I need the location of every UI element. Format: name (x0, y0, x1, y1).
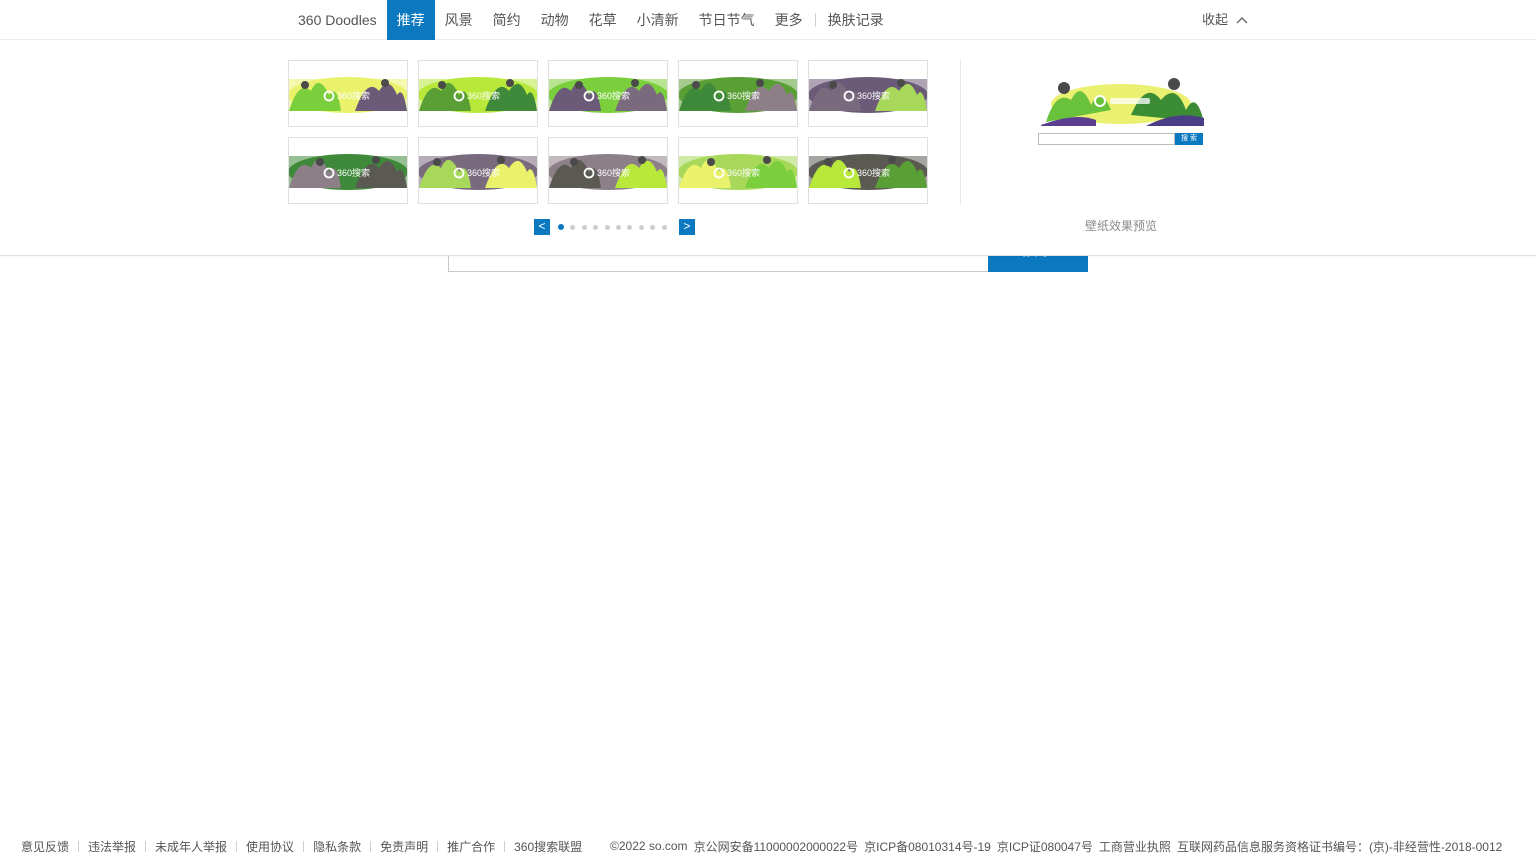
footer-separator (303, 840, 305, 852)
skin-panel: 360 Doodles 推荐 风景 简约 动物 花草 小清新 节日节气 更多 换肤记录 收起 36… (0, 0, 1536, 256)
thumbnail-doodle-image: 360搜索 (679, 77, 797, 113)
tab-separator (814, 13, 816, 27)
page-dot[interactable] (581, 224, 587, 230)
collapse-label: 收起 (1202, 12, 1229, 27)
icp-record-link[interactable]: 京ICP备08010314号-19 (864, 838, 991, 855)
page-dot[interactable] (650, 224, 656, 230)
skin-thumbnail[interactable]: 360搜索 (548, 137, 668, 204)
footer-link[interactable]: 使用协议 (246, 838, 294, 855)
footer-link[interactable]: 360搜索联盟 (514, 838, 582, 855)
tab-2[interactable]: 风景 (435, 0, 483, 40)
footer-separator (504, 840, 506, 852)
footer-separator (145, 840, 147, 852)
footer-info: ©2022 so.com 京公网安备11000002000022号 京ICP备0… (610, 838, 1508, 855)
svg-text:360搜索: 360搜索 (857, 167, 890, 178)
footer-links: 意见反馈 违法举报 未成年人举报 使用协议 隐私条款 免责声明 推广合作 360搜索联盟 (21, 838, 582, 855)
footer-separator (78, 840, 80, 852)
thumbnail-doodle-image: 360搜索 (809, 154, 927, 190)
svg-text:360搜索: 360搜索 (727, 90, 760, 101)
skin-tabs: 360 Doodles 推荐 风景 简约 动物 花草 小清新 节日节气 更多 换肤记录 (288, 0, 894, 40)
svg-text:360搜索: 360搜索 (597, 167, 630, 178)
footer-link[interactable]: 推广合作 (447, 838, 495, 855)
skin-thumbnail[interactable]: 360搜索 (288, 137, 408, 204)
page-dots (558, 224, 673, 230)
page-dot[interactable] (570, 224, 576, 230)
footer-separator (437, 840, 439, 852)
skin-thumbnail[interactable]: 360搜索 (678, 137, 798, 204)
tab-1[interactable]: 推荐 (386, 0, 435, 40)
skin-thumbnail[interactable]: 360搜索 (288, 60, 408, 127)
icp-license-link[interactable]: 京ICP证080047号 (997, 838, 1093, 855)
footer-link[interactable]: 隐私条款 (313, 838, 361, 855)
skin-thumbnail[interactable]: 360搜索 (418, 60, 538, 127)
skin-pager: < > (534, 219, 695, 235)
svg-text:360搜索: 360搜索 (467, 90, 500, 101)
tab-4[interactable]: 动物 (531, 0, 579, 40)
tab-8[interactable]: 更多 (765, 0, 813, 40)
svg-text:360搜索: 360搜索 (857, 90, 890, 101)
preview-search-button: 搜 索 (1175, 133, 1203, 145)
collapse-button[interactable]: 收起 (1202, 0, 1248, 40)
preview-doodle-image (1041, 78, 1204, 126)
next-page-button[interactable]: > (678, 219, 695, 235)
thumbnail-doodle-image: 360搜索 (289, 154, 407, 190)
skin-tab-bar: 360 Doodles 推荐 风景 简约 动物 花草 小清新 节日节气 更多 换肤记录 收起 (0, 0, 1536, 40)
thumbnail-doodle-image: 360搜索 (549, 77, 667, 113)
skin-thumbnail[interactable]: 360搜索 (678, 60, 798, 127)
skin-thumbnail[interactable]: 360搜索 (548, 60, 668, 127)
footer-link[interactable]: 免责声明 (380, 838, 428, 855)
svg-text:360搜索: 360搜索 (597, 90, 630, 101)
preview-label: 壁纸效果预览 (1085, 219, 1158, 233)
thumbnail-doodle-image: 360搜索 (419, 77, 537, 113)
page-dot[interactable] (558, 224, 564, 230)
page-dot[interactable] (615, 224, 621, 230)
footer-link[interactable]: 未成年人举报 (155, 838, 227, 855)
tab-6[interactable]: 小清新 (627, 0, 689, 40)
page-dot[interactable] (661, 224, 667, 230)
footer-link[interactable]: 意见反馈 (21, 838, 69, 855)
footer-separator (370, 840, 372, 852)
skin-thumbnail[interactable]: 360搜索 (418, 137, 538, 204)
thumbnail-doodle-image: 360搜索 (549, 154, 667, 190)
tab-7[interactable]: 节日节气 (689, 0, 765, 40)
police-record-link[interactable]: 京公网安备11000002000022号 (694, 838, 859, 855)
thumbnail-doodle-image: 360搜索 (809, 77, 927, 113)
footer: 意见反馈 违法举报 未成年人举报 使用协议 隐私条款 免责声明 推广合作 360搜索联盟 ©2… (0, 836, 1536, 856)
business-license-link[interactable]: 工商营业执照 (1099, 838, 1171, 855)
svg-text:360搜索: 360搜索 (467, 167, 500, 178)
tab-skin-history[interactable]: 换肤记录 (818, 0, 894, 40)
preview-search-input (1038, 133, 1175, 145)
prev-page-button[interactable]: < (534, 219, 550, 235)
thumbnail-doodle-image: 360搜索 (679, 154, 797, 190)
divider (960, 60, 961, 204)
footer-link[interactable]: 违法举报 (88, 838, 136, 855)
copyright: ©2022 so.com (610, 839, 688, 853)
page-dot[interactable] (627, 224, 633, 230)
svg-text:360搜索: 360搜索 (337, 167, 370, 178)
chevron-up-icon (1236, 17, 1248, 24)
tab-3[interactable]: 简约 (483, 0, 531, 40)
svg-text:360搜索: 360搜索 (337, 90, 370, 101)
footer-separator (236, 840, 238, 852)
tab-5[interactable]: 花草 (579, 0, 627, 40)
thumbnail-doodle-image: 360搜索 (419, 154, 537, 190)
tab-0[interactable]: 360 Doodles (288, 0, 387, 40)
page-dot[interactable] (593, 224, 599, 230)
drug-info-license-link[interactable]: 互联网药品信息服务资格证书编号：(京)-非经营性-2018-0012 (1177, 838, 1502, 855)
page-dot[interactable] (604, 224, 610, 230)
skin-thumbnail[interactable]: 360搜索 (808, 60, 928, 127)
wallpaper-preview: 搜 索 (1036, 70, 1206, 150)
skin-thumbnail[interactable]: 360搜索 (808, 137, 928, 204)
page-dot[interactable] (638, 224, 644, 230)
svg-text:360搜索: 360搜索 (727, 167, 760, 178)
thumbnail-doodle-image: 360搜索 (289, 77, 407, 113)
